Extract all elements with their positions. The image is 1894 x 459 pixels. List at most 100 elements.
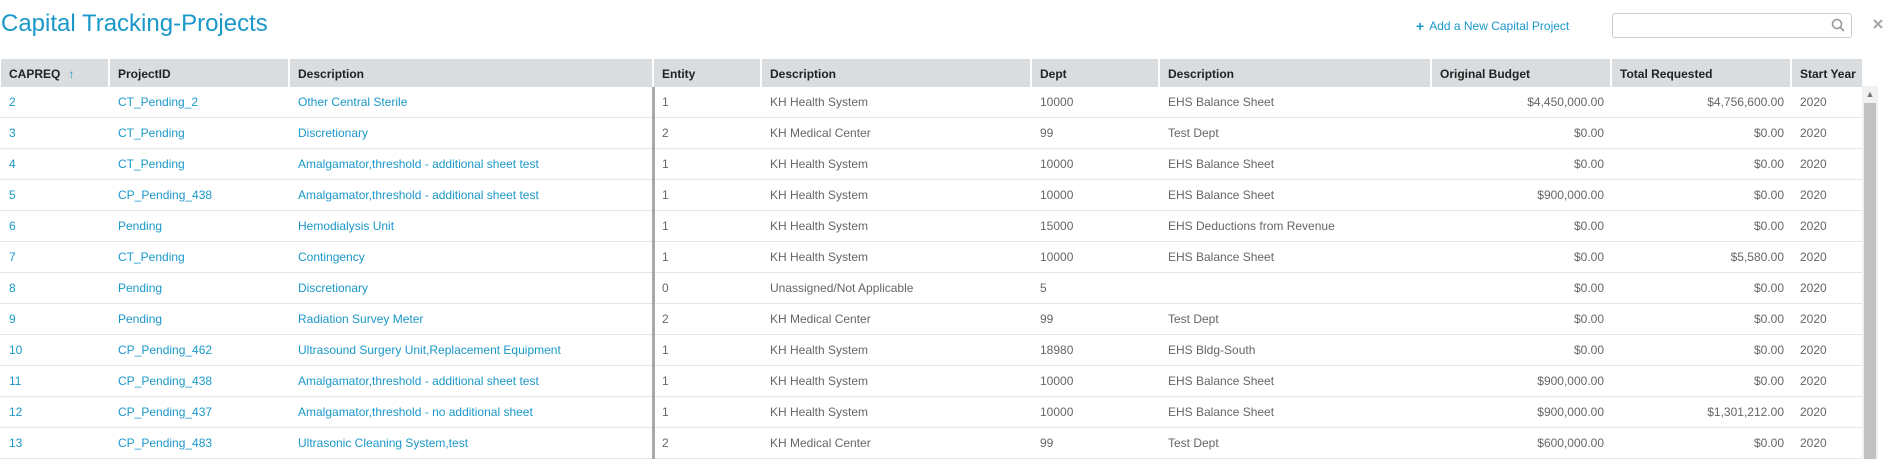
cell-description[interactable]: Amalgamator,threshold - additional sheet… — [290, 366, 652, 396]
cell-capreq[interactable]: 13 — [1, 428, 108, 458]
cell-project-id[interactable]: CP_Pending_438 — [110, 180, 288, 210]
cell-total-requested: $0.00 — [1753, 219, 1784, 233]
cell-capreq[interactable]: 9 — [1, 304, 108, 334]
cell-capreq[interactable]: 2 — [1, 87, 108, 117]
column-header-label: ProjectID — [118, 67, 171, 81]
column-header-original-budget[interactable]: Original Budget — [1432, 59, 1610, 87]
column-header-dept[interactable]: Dept — [1032, 59, 1158, 87]
cell-capreq[interactable]: 3 — [1, 118, 108, 148]
cell-entity: 1 — [662, 157, 669, 171]
search-icon[interactable] — [1831, 18, 1845, 32]
table-row[interactable]: 5 CP_Pending_438 Amalgamator,threshold - a… — [0, 180, 1870, 211]
cell-description[interactable]: Radiation Survey Meter — [290, 304, 652, 334]
column-header-project-id[interactable]: ProjectID — [110, 59, 288, 87]
cell-original-budget: $600,000.00 — [1537, 436, 1604, 450]
cell-dept: 15000 — [1040, 219, 1074, 233]
scrollbar-thumb[interactable] — [1864, 103, 1876, 459]
scroll-up-arrow-icon[interactable]: ▲ — [1862, 86, 1878, 102]
frozen-column-divider[interactable] — [652, 87, 655, 459]
cell-entity-description: KH Medical Center — [770, 126, 871, 140]
sort-ascending-icon[interactable]: ↑ — [68, 59, 74, 87]
cell-project-id[interactable]: CP_Pending_438 — [110, 366, 288, 396]
cell-capreq[interactable]: 10 — [1, 335, 108, 365]
cell-total-requested: $0.00 — [1753, 312, 1784, 326]
vertical-scrollbar[interactable]: ▲ — [1862, 86, 1878, 459]
cell-total-requested: $4,756,600.00 — [1707, 95, 1784, 109]
cell-original-budget: $0.00 — [1573, 281, 1604, 295]
table-row[interactable]: 7 CT_Pending Contingency 1 KH Health System 1… — [0, 242, 1870, 273]
cell-total-requested: $0.00 — [1753, 157, 1784, 171]
column-header-total-requested[interactable]: Total Requested — [1612, 59, 1790, 87]
cell-capreq[interactable]: 12 — [1, 397, 108, 427]
cell-start-year: 2020 — [1800, 188, 1827, 202]
cell-description[interactable]: Ultrasound Surgery Unit,Replacement Equi… — [290, 335, 652, 365]
column-header-label: Total Requested — [1620, 67, 1713, 81]
cell-description[interactable]: Hemodialysis Unit — [290, 211, 652, 241]
cell-description[interactable]: Discretionary — [290, 118, 652, 148]
cell-description[interactable]: Other Central Sterile — [290, 87, 652, 117]
cell-description[interactable]: Amalgamator,threshold - no additional sh… — [290, 397, 652, 427]
cell-project-id[interactable]: CT_Pending_2 — [110, 87, 288, 117]
column-header-entity[interactable]: Entity — [654, 59, 760, 87]
cell-description[interactable]: Ultrasonic Cleaning System,test — [290, 428, 652, 458]
cell-start-year: 2020 — [1800, 95, 1827, 109]
table-row[interactable]: 9 Pending Radiation Survey Meter 2 KH Medica… — [0, 304, 1870, 335]
cell-project-id[interactable]: Pending — [110, 273, 288, 303]
column-header-start-year[interactable]: Start Year — [1792, 59, 1862, 87]
cell-capreq[interactable]: 4 — [1, 149, 108, 179]
cell-project-id[interactable]: CP_Pending_462 — [110, 335, 288, 365]
cell-original-budget: $900,000.00 — [1537, 188, 1604, 202]
cell-dept: 10000 — [1040, 374, 1074, 388]
cell-entity: 0 — [662, 281, 669, 295]
page-title: Capital Tracking-Projects — [1, 10, 268, 37]
search-box[interactable] — [1612, 13, 1852, 38]
cell-project-id[interactable]: CT_Pending — [110, 149, 288, 179]
cell-project-id[interactable]: CT_Pending — [110, 118, 288, 148]
table-row[interactable]: 11 CP_Pending_438 Amalgamator,threshold - … — [0, 366, 1870, 397]
cell-entity-description: KH Health System — [770, 95, 869, 109]
cell-description[interactable]: Amalgamator,threshold - additional sheet… — [290, 180, 652, 210]
table-row[interactable]: 8 Pending Discretionary 0 Unassigned/Not App… — [0, 273, 1870, 304]
cell-capreq[interactable]: 11 — [1, 366, 108, 396]
table-row[interactable]: 12 CP_Pending_437 Amalgamator,threshold - … — [0, 397, 1870, 428]
column-header-description[interactable]: Description — [290, 59, 652, 87]
table-row[interactable]: 13 CP_Pending_483 Ultrasonic Cleaning Syst… — [0, 428, 1870, 459]
cell-capreq[interactable]: 8 — [1, 273, 108, 303]
table-row[interactable]: 6 Pending Hemodialysis Unit 1 KH Health Syst… — [0, 211, 1870, 242]
column-header-label: Description — [770, 67, 837, 81]
cell-entity: 1 — [662, 95, 669, 109]
cell-dept: 18980 — [1040, 343, 1074, 357]
table-row[interactable]: 2 CT_Pending_2 Other Central Sterile 1 KH He… — [0, 87, 1870, 118]
cell-capreq[interactable]: 5 — [1, 180, 108, 210]
cell-dept-description: EHS Bldg-South — [1168, 343, 1256, 357]
cell-start-year: 2020 — [1800, 157, 1827, 171]
cell-capreq[interactable]: 6 — [1, 211, 108, 241]
column-header-entity-description[interactable]: Description — [762, 59, 1030, 87]
column-header-capreq[interactable]: CAPREQ ↑ — [1, 59, 108, 87]
cell-entity-description: KH Health System — [770, 188, 869, 202]
table-row[interactable]: 3 CT_Pending Discretionary 2 KH Medical Cent… — [0, 118, 1870, 149]
cell-total-requested: $0.00 — [1753, 436, 1784, 450]
cell-dept: 5 — [1040, 281, 1047, 295]
table-row[interactable]: 10 CP_Pending_462 Ultrasound Surgery Unit,… — [0, 335, 1870, 366]
table-row[interactable]: 4 CT_Pending Amalgamator,threshold - addit… — [0, 149, 1870, 180]
cell-project-id[interactable]: CP_Pending_437 — [110, 397, 288, 427]
column-header-label: Start Year — [1800, 67, 1856, 81]
close-icon[interactable] — [1871, 17, 1885, 31]
cell-entity: 2 — [662, 126, 669, 140]
cell-project-id[interactable]: Pending — [110, 211, 288, 241]
cell-description[interactable]: Contingency — [290, 242, 652, 272]
projects-grid: CAPREQ ↑ ProjectID Description Entity Descrip… — [0, 59, 1894, 459]
cell-description[interactable]: Amalgamator,threshold - additional sheet… — [290, 149, 652, 179]
cell-project-id[interactable]: Pending — [110, 304, 288, 334]
cell-description[interactable]: Discretionary — [290, 273, 652, 303]
column-header-label: Entity — [662, 67, 696, 81]
cell-project-id[interactable]: CT_Pending — [110, 242, 288, 272]
cell-entity: 2 — [662, 436, 669, 450]
cell-project-id[interactable]: CP_Pending_483 — [110, 428, 288, 458]
search-input[interactable] — [1619, 15, 1833, 38]
column-header-dept-description[interactable]: Description — [1160, 59, 1430, 87]
cell-dept: 10000 — [1040, 405, 1074, 419]
add-capital-project-button[interactable]: + Add a New Capital Project — [1416, 18, 1569, 34]
cell-capreq[interactable]: 7 — [1, 242, 108, 272]
